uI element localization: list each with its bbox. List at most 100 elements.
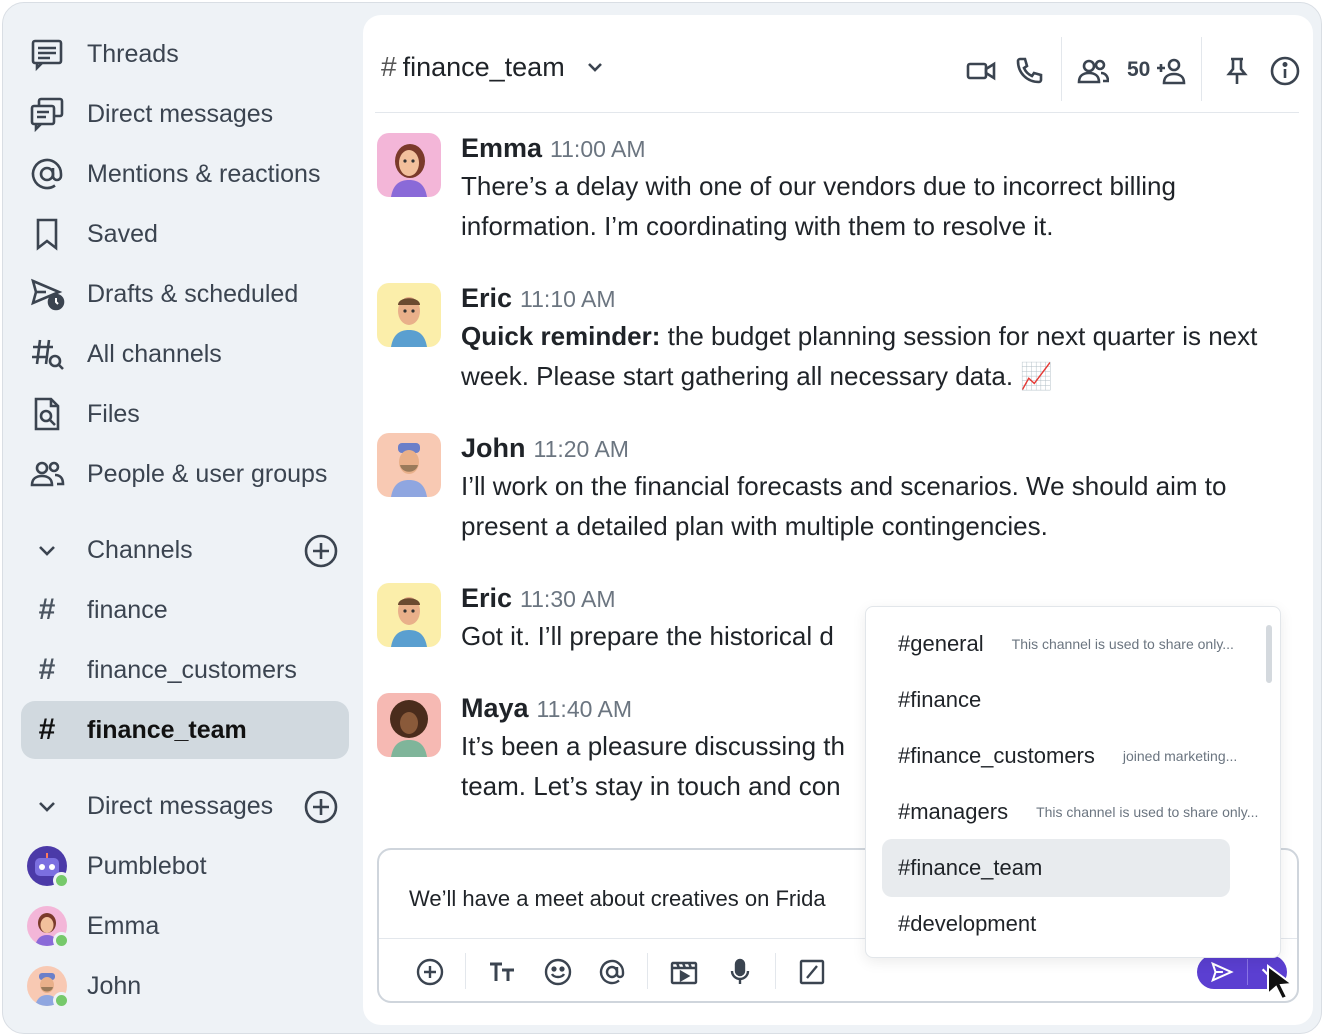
dm-label: Emma [87, 911, 160, 940]
message-text: There’s a delay with one of our vendors … [461, 171, 1176, 241]
avatar[interactable] [377, 433, 441, 497]
mention-icon[interactable] [597, 957, 627, 987]
divider [1061, 37, 1062, 101]
avatar[interactable] [377, 583, 441, 647]
suggestion-general[interactable]: #general This channel is used to share o… [882, 615, 1234, 673]
nav-all-channels[interactable]: All channels [21, 325, 349, 383]
nav-people[interactable]: People & user groups [21, 445, 349, 503]
hash-icon: # [38, 593, 56, 626]
slash-command-icon[interactable] [797, 957, 827, 987]
add-channel-icon[interactable] [303, 533, 339, 569]
channel-title[interactable]: # finance_team [381, 51, 607, 83]
author-name[interactable]: Eric [461, 583, 512, 613]
threads-icon [27, 34, 67, 74]
nav-label: Direct messages [87, 99, 274, 128]
online-status-dot [53, 992, 70, 1009]
nav-label: All channels [87, 339, 222, 368]
message-text: I’ll work on the financial forecasts and… [461, 471, 1227, 541]
mouse-cursor-icon [1267, 964, 1295, 1001]
avatar [27, 966, 70, 1009]
scrollbar[interactable] [1266, 625, 1272, 683]
sidebar: Threads Direct messages Mentions & react… [3, 3, 363, 1033]
send-icon[interactable] [1197, 955, 1247, 989]
timestamp: 11:30 AM [520, 586, 616, 612]
emoji-icon[interactable] [543, 957, 573, 987]
suggestion-managers[interactable]: #managers This channel is used to share … [882, 783, 1262, 841]
members-icon[interactable] [1077, 55, 1109, 87]
add-member-icon[interactable] [1155, 55, 1187, 87]
divider [465, 953, 466, 989]
online-status-dot [53, 932, 70, 949]
suggestion-finance[interactable]: #finance [882, 671, 1230, 729]
text-format-icon[interactable] [487, 957, 517, 987]
nav-direct-messages[interactable]: Direct messages [21, 85, 349, 143]
direct-messages-icon [27, 94, 67, 134]
nav-files[interactable]: Files [21, 385, 349, 443]
avatar[interactable] [377, 283, 441, 347]
nav-label: Saved [87, 219, 158, 248]
member-count[interactable]: 50 [1127, 58, 1150, 82]
send-clock-icon [27, 274, 67, 314]
pin-icon[interactable] [1221, 55, 1253, 87]
add-dm-icon[interactable] [303, 789, 339, 825]
online-status-dot [53, 872, 70, 889]
chevron-down-icon [27, 786, 67, 826]
dm-item-pumblebot[interactable]: Pumblebot [21, 837, 349, 895]
avatar[interactable] [377, 133, 441, 197]
dm-item-john[interactable]: John [21, 957, 349, 1015]
channel-label: finance_team [87, 715, 247, 744]
timestamp: 11:20 AM [533, 436, 629, 462]
suggestion-finance-customers[interactable]: #finance_customers joined marketing... [882, 727, 1237, 785]
channel-description: This channel is used to share only... [1011, 636, 1234, 652]
channels-section-header[interactable]: Channels [21, 521, 349, 579]
hash-search-icon [27, 334, 67, 374]
info-icon[interactable] [1269, 55, 1301, 87]
people-icon [27, 454, 67, 494]
channel-suggestion-menu: #general This channel is used to share o… [865, 606, 1281, 958]
dm-label: Pumblebot [87, 851, 207, 880]
hash-icon: # [38, 653, 56, 686]
channel-header: # finance_team 50 [375, 15, 1301, 113]
channel-item-finance-customers[interactable]: # finance_customers [21, 641, 349, 699]
message-input[interactable]: We’ll have a meet about creatives on Fri… [409, 886, 826, 912]
nav-drafts[interactable]: Drafts & scheduled [21, 265, 349, 323]
nav-label: Mentions & reactions [87, 159, 321, 188]
divider [1201, 37, 1202, 101]
avatar [27, 846, 70, 889]
nav-threads[interactable]: Threads [21, 25, 349, 83]
divider [647, 953, 648, 989]
hash-icon: # [381, 51, 397, 82]
nav-saved[interactable]: Saved [21, 205, 349, 263]
channel-item-finance[interactable]: # finance [21, 581, 349, 639]
suggestion-finance-team[interactable]: #finance_team [882, 839, 1230, 897]
channel-description: joined marketing... [1122, 748, 1238, 764]
author-name[interactable]: Eric [461, 283, 512, 313]
divider [775, 953, 776, 989]
channels-header-label: Channels [87, 535, 193, 564]
chevron-down-icon[interactable] [583, 55, 607, 79]
video-call-icon[interactable] [965, 55, 997, 87]
avatar[interactable] [377, 693, 441, 757]
file-search-icon [27, 394, 67, 434]
channel-label: finance_customers [87, 655, 297, 684]
timestamp: 11:00 AM [550, 136, 646, 162]
phone-icon[interactable] [1013, 55, 1045, 87]
dm-item-emma[interactable]: Emma [21, 897, 349, 955]
microphone-icon[interactable] [725, 957, 755, 987]
bookmark-icon [27, 214, 67, 254]
nav-label: Threads [87, 39, 179, 68]
message-text: It’s been a pleasure discussing th team.… [461, 731, 845, 801]
author-name[interactable]: Emma [461, 133, 542, 163]
message-text: Quick reminder: the budget planning sess… [461, 321, 1258, 391]
nav-mentions[interactable]: Mentions & reactions [21, 145, 349, 203]
suggestion-development[interactable]: #development [882, 895, 1230, 953]
author-name[interactable]: John [461, 433, 526, 463]
app-window: Threads Direct messages Mentions & react… [2, 2, 1322, 1034]
video-clip-icon[interactable] [669, 957, 699, 987]
author-name[interactable]: Maya [461, 693, 529, 723]
plus-circle-icon[interactable] [415, 957, 445, 987]
channel-item-finance-team[interactable]: # finance_team [21, 701, 349, 759]
dm-section-header[interactable]: Direct messages [21, 777, 349, 835]
channel-name: finance_team [402, 51, 565, 82]
dm-header-label: Direct messages [87, 791, 274, 820]
